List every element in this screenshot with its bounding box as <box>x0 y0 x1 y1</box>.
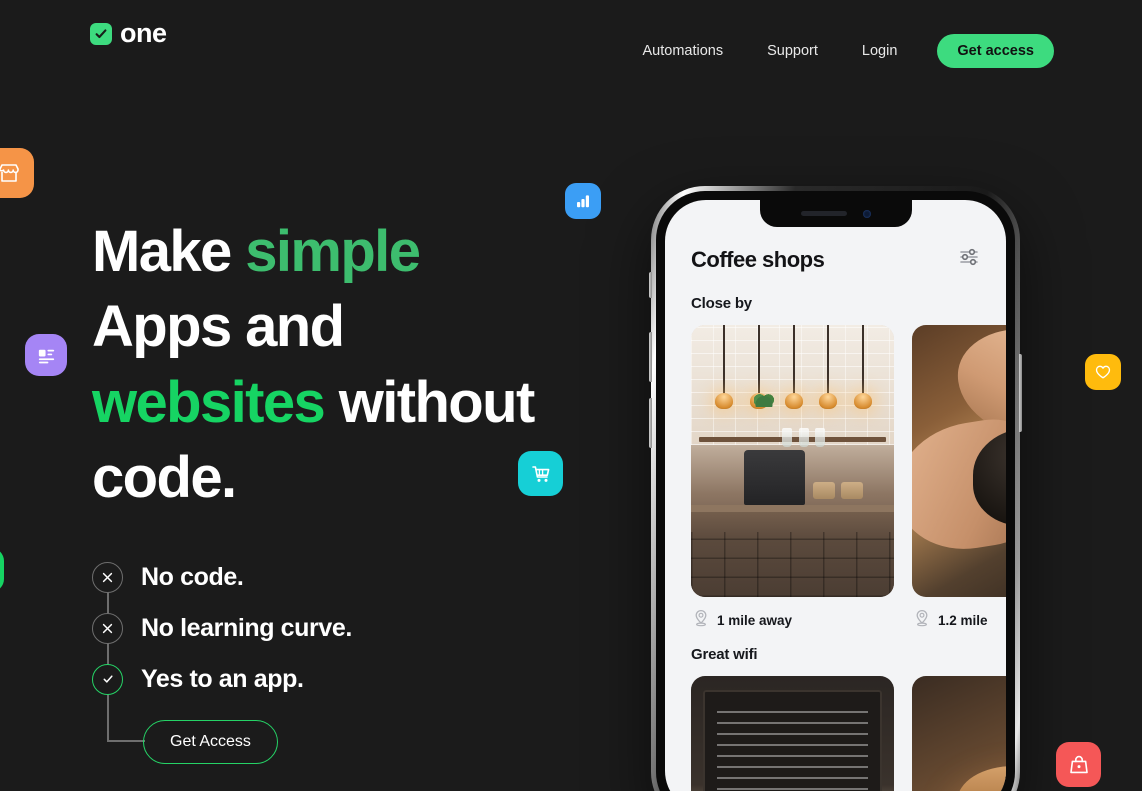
sliders-icon[interactable] <box>958 246 980 273</box>
pouring-latte-photo <box>912 325 1006 597</box>
pendant-lamp-photo <box>912 676 1006 791</box>
nav-links: Automations Support Login Get access <box>621 34 1054 68</box>
phone-notch <box>759 200 912 227</box>
section-label-great-wifi: Great wifi <box>691 646 758 663</box>
nav-link-support[interactable]: Support <box>745 43 840 59</box>
app-title: Coffee shops <box>691 246 825 272</box>
landing-page: one Automations Support Login Get access… <box>0 0 1142 791</box>
location-pin-icon <box>914 609 930 632</box>
headline-line-2: Apps and <box>92 294 345 360</box>
list-item[interactable] <box>912 676 1006 791</box>
bag-badge[interactable] <box>1056 742 1101 787</box>
list-item: Yes to an app. <box>92 654 612 704</box>
shopping-bag-icon <box>1069 755 1088 773</box>
app-header: Coffee shops <box>665 246 1006 273</box>
card-meta: 1.2 mile <box>912 609 1006 632</box>
menu-board-photo <box>691 676 894 791</box>
card-distance: 1 mile away <box>717 613 793 628</box>
bullet-label-yes-to-an-app: Yes to an app. <box>141 664 304 693</box>
page-title: Make simple Apps and websites without co… <box>92 214 652 516</box>
favorite-badge[interactable] <box>1085 354 1121 390</box>
list-item[interactable]: 1 mile away <box>691 325 894 632</box>
storefront-icon <box>0 164 19 182</box>
front-camera-icon <box>862 209 871 218</box>
green-badge[interactable] <box>0 548 4 592</box>
get-access-hero-button[interactable]: Get Access <box>143 720 278 764</box>
card-row-great-wifi <box>665 676 1006 791</box>
phone-power-button[interactable] <box>1019 354 1022 432</box>
headline-line-4: code. <box>92 445 237 511</box>
get-access-nav-button[interactable]: Get access <box>937 34 1054 68</box>
phone-bezel: Coffee shops Close by 1 mile away 1.2 mi… <box>656 191 1015 791</box>
top-navigation: one Automations Support Login Get access <box>0 0 1142 96</box>
phone-frame: Coffee shops Close by 1 mile away 1.2 mi… <box>651 186 1020 791</box>
location-pin-icon <box>693 609 709 632</box>
card-row-close-by: 1 mile away 1.2 mile <box>665 325 1006 632</box>
article-list-icon <box>38 349 54 363</box>
phone-silence-switch[interactable] <box>649 272 652 298</box>
cafe-interior-photo <box>691 325 894 597</box>
bar-chart-icon <box>577 195 589 208</box>
headline-accent-websites: websites <box>92 369 326 435</box>
phone-screen: Coffee shops Close by 1 mile away 1.2 mi… <box>665 200 1006 791</box>
article-badge[interactable] <box>25 334 67 376</box>
heart-icon <box>1095 365 1111 379</box>
headline-line-1-pre: Make <box>92 219 246 284</box>
hero-section: Make simple Apps and websites without co… <box>92 214 652 764</box>
analytics-badge[interactable] <box>565 183 601 219</box>
list-item: No learning curve. <box>92 603 612 653</box>
phone-volume-up-button[interactable] <box>649 332 652 382</box>
list-item[interactable] <box>691 676 894 791</box>
shopping-cart-icon <box>531 465 549 482</box>
bullet-connector-line <box>107 578 109 742</box>
card-meta: 1 mile away <box>691 609 894 632</box>
headline-line-3-post: without <box>324 369 536 435</box>
bullet-connector-elbow <box>107 740 145 742</box>
earpiece-speaker-icon <box>800 211 847 216</box>
bullet-label-no-learning-curve: No learning curve. <box>141 613 352 642</box>
nav-link-login[interactable]: Login <box>840 43 919 59</box>
list-item[interactable]: 1.2 mile <box>912 325 1006 632</box>
cross-icon <box>92 612 123 644</box>
list-item: No code. <box>92 552 612 602</box>
nav-link-automations[interactable]: Automations <box>621 43 746 59</box>
check-icon <box>92 663 123 695</box>
bullet-label-no-code: No code. <box>141 562 244 591</box>
brand-name: one <box>120 18 167 48</box>
card-distance: 1.2 mile <box>938 613 988 628</box>
storefront-badge[interactable] <box>0 148 34 198</box>
feature-bullet-list: No code. No learning curve. Yes to an ap… <box>92 552 612 764</box>
coffee-shops-app: Coffee shops Close by 1 mile away 1.2 mi… <box>665 200 1006 791</box>
headline-accent-simple: simple <box>245 219 421 284</box>
phone-mockup: Coffee shops Close by 1 mile away 1.2 mi… <box>649 186 1022 791</box>
checkmark-square-icon <box>90 22 112 45</box>
cross-icon <box>92 561 123 593</box>
phone-volume-down-button[interactable] <box>649 398 652 448</box>
section-label-close-by: Close by <box>691 295 752 312</box>
cart-badge[interactable] <box>518 451 563 496</box>
brand-logo[interactable]: one <box>90 20 167 47</box>
